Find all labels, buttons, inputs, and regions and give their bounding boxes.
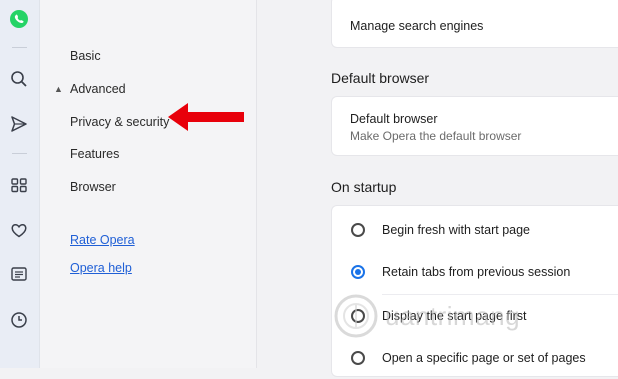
on-startup-heading: On startup (331, 179, 397, 195)
default-browser-description: Make Opera the default browser (350, 129, 522, 143)
nav-item-privacy-security[interactable]: Privacy & security (70, 115, 169, 129)
watermark-text: uantrimang (385, 301, 521, 331)
heart-icon[interactable] (8, 219, 30, 241)
whatsapp-icon[interactable] (8, 8, 30, 30)
startup-option[interactable]: Begin fresh with start page (332, 210, 618, 250)
default-browser-title: Default browser (350, 112, 438, 126)
settings-nav: Basic ▲ Advanced Privacy & security Feat… (40, 0, 257, 368)
startup-option-label: Retain tabs from previous session (382, 265, 571, 279)
nav-item-features[interactable]: Features (70, 147, 119, 161)
startup-option-label: Open a specific page or set of pages (382, 351, 586, 365)
radio-button[interactable] (351, 223, 365, 237)
send-icon[interactable] (8, 113, 30, 135)
red-arrow-icon (168, 103, 244, 131)
nav-item-browser[interactable]: Browser (70, 180, 116, 194)
startup-option[interactable]: Retain tabs from previous session (332, 253, 618, 293)
sidebar-rail (0, 0, 40, 368)
on-startup-card: Begin fresh with start page Retain tabs … (331, 205, 618, 377)
startup-option[interactable]: Open a specific page or set of pages (332, 339, 618, 379)
nav-item-basic[interactable]: Basic (70, 49, 101, 63)
nav-item-advanced[interactable]: Advanced (70, 82, 126, 96)
default-browser-heading: Default browser (331, 70, 430, 86)
rate-opera-link[interactable]: Rate Opera (70, 233, 135, 247)
news-icon[interactable] (8, 263, 30, 285)
manage-search-engines-card[interactable]: Manage search engines (331, 0, 618, 48)
radio-button[interactable] (351, 351, 365, 365)
clock-icon[interactable] (8, 309, 30, 331)
default-browser-card[interactable]: Default browser Make Opera the default b… (331, 96, 618, 156)
watermark-logo-icon (334, 294, 378, 338)
search-icon[interactable] (8, 68, 30, 90)
manage-search-engines-label: Manage search engines (350, 19, 484, 33)
radio-button-selected[interactable] (351, 265, 365, 279)
opera-help-link[interactable]: Opera help (70, 261, 132, 275)
watermark: uantrimang (333, 293, 573, 343)
rail-divider (12, 153, 27, 154)
rail-divider (12, 47, 27, 48)
grid-icon[interactable] (8, 174, 30, 196)
startup-option-label: Begin fresh with start page (382, 223, 530, 237)
caret-up-icon: ▲ (54, 84, 63, 94)
